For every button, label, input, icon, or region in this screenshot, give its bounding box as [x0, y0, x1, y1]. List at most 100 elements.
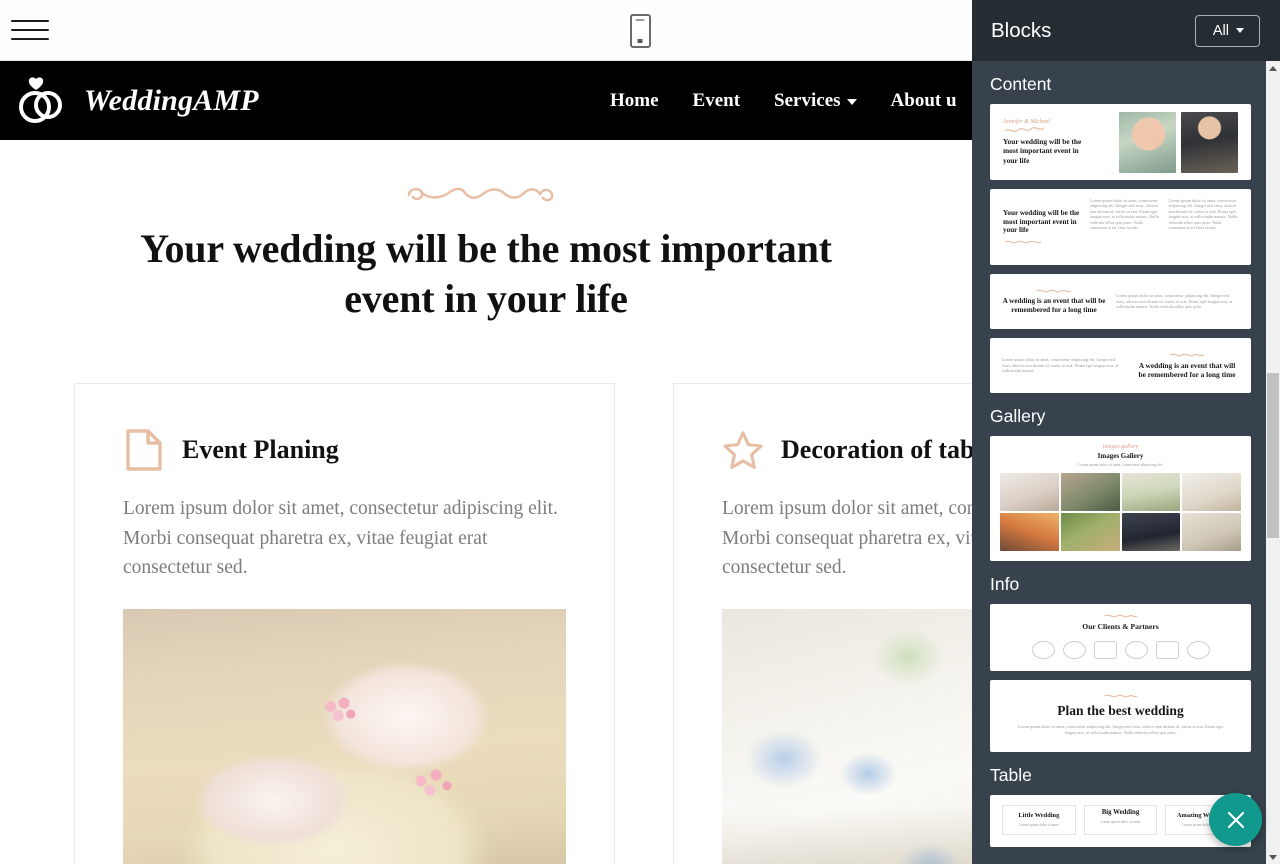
gallery-cell: [1121, 513, 1181, 552]
chevron-down-icon: [1236, 28, 1244, 33]
site-menu: Home Event Services About u: [610, 61, 957, 140]
nav-label: Home: [610, 89, 659, 111]
blocks-group-label-content: Content: [990, 74, 1052, 94]
table-column: Big Wedding Lorem ipsum dolor sit amet: [1083, 805, 1158, 836]
thumb-column-2: Lorem ipsum dolor sit amet, consectetur …: [1168, 198, 1238, 231]
gallery-cell: [1121, 473, 1181, 512]
hero-section: Your wedding will be the most important …: [0, 140, 972, 349]
gallery-cell: [1060, 513, 1120, 552]
nav-item-services[interactable]: Services: [774, 89, 857, 112]
card-description: Lorem ipsum dolor sit amet, consectetur …: [722, 498, 972, 579]
table-column: Little Wedding Lorem ipsum dolor sit ame…: [1002, 805, 1076, 836]
filter-label: All: [1212, 22, 1229, 39]
hamburger-bar: [11, 29, 49, 31]
client-badge: [1155, 640, 1179, 659]
gallery-cell: [1060, 473, 1120, 512]
thumb-script-text: Jennifer & Michael: [1003, 119, 1050, 126]
triangle-up: [1269, 65, 1277, 71]
star-outline-icon: [722, 428, 764, 472]
brand-name: WeddingAMP: [84, 83, 259, 117]
client-badge: [1124, 640, 1148, 659]
thumb-text: Lorem ipsum dolor sit amet, consectetur …: [1002, 357, 1119, 374]
nav-item-home[interactable]: Home: [610, 90, 659, 112]
thumb-subtext: Lorem ipsum dolor sit amet, consectetur …: [1078, 462, 1163, 467]
nav-label: Event: [692, 89, 741, 111]
brand-logo-group[interactable]: WeddingAMP: [14, 73, 259, 129]
card-photo-table-decor: [722, 609, 972, 864]
gallery-cell: [1182, 513, 1241, 552]
thumb-text: Lorem ipsum dolor sit amet, consectetur …: [1116, 293, 1233, 310]
table-column-sub: Lorem ipsum dolor sit amet: [1018, 822, 1059, 827]
thumb-script-text: images gallery: [1102, 444, 1139, 450]
nav-label: About u: [890, 89, 957, 111]
chevron-down-icon: [846, 99, 857, 105]
nav-item-about-us[interactable]: About u: [891, 90, 957, 112]
card-photo-gift-boxes: [123, 609, 566, 864]
blocks-panel: Blocks All Content Jennifer & Michael Yo…: [972, 0, 1280, 864]
block-thumb-clients-partners[interactable]: Our Clients & Partners: [990, 604, 1251, 671]
flourish-divider-icon: [0, 178, 972, 210]
gallery-cell: [1000, 473, 1059, 512]
thumb-heading: A wedding is an event that will be remem…: [1138, 360, 1236, 379]
thumb-gallery-grid: [1000, 473, 1241, 552]
editor-toolbar: [0, 0, 972, 61]
block-thumb-heading-right-text[interactable]: A wedding is an event that will be remem…: [990, 274, 1251, 329]
client-badge: [1031, 640, 1055, 659]
nav-label: Services: [774, 89, 841, 111]
blocks-panel-title: Blocks: [991, 18, 1052, 42]
thumb-heading: Your wedding will be the most important …: [1003, 137, 1082, 165]
thumb-client-badges: [1000, 640, 1241, 659]
thumb-heading: Our Clients & Partners: [1082, 622, 1159, 632]
features-row: Event Planing Lorem ipsum dolor sit amet…: [0, 383, 972, 864]
card-title: Event Planing: [182, 435, 339, 465]
thumb-photo-groom: [1181, 111, 1238, 173]
hamburger-bar: [11, 38, 49, 40]
thumb-heading: A wedding is an event that will be remem…: [1002, 297, 1106, 314]
gallery-cell: [1182, 473, 1241, 512]
blocks-group-label-table: Table: [990, 765, 1032, 786]
block-thumb-header-with-photos[interactable]: Jennifer & Michael Your wedding will be …: [990, 104, 1251, 180]
close-panel-button[interactable]: [1209, 793, 1262, 846]
blocks-panel-header: Blocks All: [972, 0, 1280, 61]
blocks-group-label-gallery: Gallery: [990, 406, 1046, 426]
blocks-group-label-info: Info: [990, 574, 1020, 595]
blocks-filter-dropdown[interactable]: All: [1194, 14, 1260, 47]
client-badge: [1186, 640, 1210, 659]
site-navbar: WeddingAMP Home Event Services About u: [0, 61, 972, 140]
table-column-sub: Lorem ipsum dolor sit amet: [1100, 820, 1141, 825]
document-file-icon: [123, 428, 165, 472]
blocks-list[interactable]: Content Jennifer & Michael Your wedding …: [972, 61, 1266, 864]
mobile-device-icon[interactable]: [622, 11, 658, 51]
scrollbar-thumb[interactable]: [1267, 373, 1279, 538]
heart-icon: ♡: [1150, 135, 1164, 152]
hamburger-menu-icon[interactable]: [0, 0, 60, 61]
table-column-title: Little Wedding: [1018, 812, 1060, 820]
card-title: Decoration of tables: [781, 435, 972, 465]
feature-card-decoration-of-tables: Decoration of tables Lorem ipsum dolor s…: [673, 383, 972, 864]
block-thumb-two-column-text[interactable]: Your wedding will be the most important …: [990, 189, 1251, 265]
close-x-icon: [1227, 811, 1244, 828]
thumb-heading: Images Gallery: [1097, 452, 1144, 460]
card-description: Lorem ipsum dolor sit amet, consectetur …: [123, 498, 558, 579]
client-badge: [1062, 640, 1086, 659]
card-header: Event Planing: [123, 428, 566, 472]
block-thumb-images-gallery[interactable]: images gallery Images Gallery Lorem ipsu…: [990, 436, 1251, 562]
thumb-heading: Plan the best wedding: [1057, 702, 1184, 718]
feature-card-event-planing: Event Planing Lorem ipsum dolor sit amet…: [74, 383, 615, 864]
nav-item-event[interactable]: Event: [693, 90, 741, 112]
thumb-photo-bride: [1119, 111, 1176, 173]
site-preview-canvas: WeddingAMP Home Event Services About u Y…: [0, 61, 972, 864]
phone-glyph: [629, 14, 651, 48]
card-header: Decoration of tables: [722, 428, 972, 472]
thumb-heading: Your wedding will be the most important …: [1003, 208, 1080, 235]
scroll-up-arrow-icon[interactable]: [1266, 61, 1280, 75]
block-thumb-plan-best-wedding[interactable]: Plan the best wedding Lorem ipsum dolor …: [990, 679, 1251, 753]
scroll-down-arrow-icon[interactable]: [1266, 850, 1280, 864]
block-thumb-text-left-heading-right[interactable]: Lorem ipsum dolor sit amet, consectetur …: [990, 338, 1251, 393]
client-badge: [1093, 640, 1117, 659]
page-title: Your wedding will be the most important …: [140, 226, 832, 321]
blocks-panel-scrollbar[interactable]: [1266, 61, 1280, 864]
triangle-down: [1269, 854, 1277, 860]
wedding-rings-heart-icon: [14, 73, 70, 129]
hamburger-bar: [11, 20, 49, 22]
